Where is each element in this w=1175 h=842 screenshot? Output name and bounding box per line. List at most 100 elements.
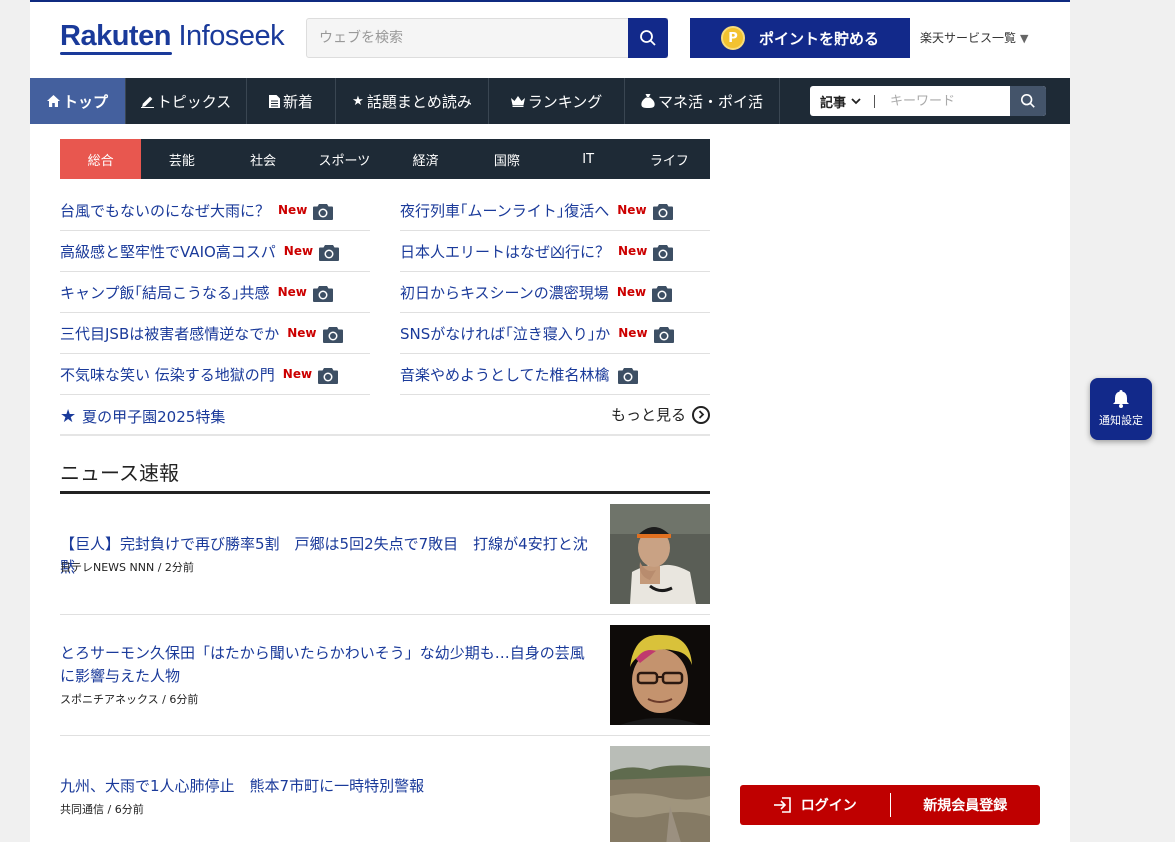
special-feature-label: 夏の甲子園2025特集 (82, 408, 226, 426)
topic-item[interactable]: 夜行列車｢ムーンライト｣復活へ New (400, 190, 710, 231)
news-thumbnail[interactable] (610, 625, 710, 725)
topic-title: 高級感と堅牢性でVAIO高コスパ (60, 242, 276, 261)
topics-column-left: 台風でもないのになぜ大雨に？ New 高級感と堅牢性でVAIO高コスパ New キャ… (60, 190, 370, 395)
camera-icon (617, 367, 638, 384)
see-more-link[interactable]: もっと見る (611, 404, 710, 425)
tab-it[interactable]: IT (548, 139, 629, 179)
topic-title: キャンプ飯｢結局こうなる｣共感 (60, 283, 270, 302)
nav-item-top[interactable]: トップ (30, 78, 126, 124)
rakuten-services-menu[interactable]: 楽天サービス一覧 ▼ (920, 29, 1028, 46)
nav-label: マネ活・ポイ活 (657, 92, 763, 111)
topic-item[interactable]: 初日からキスシーンの濃密現場 New (400, 272, 710, 313)
nav-label: 新着 (282, 92, 313, 111)
new-badge: New (287, 326, 317, 340)
money-bag-icon (641, 94, 655, 108)
article-search-scope-select[interactable]: 記事 (810, 86, 878, 116)
new-badge: New (618, 326, 648, 340)
services-label: 楽天サービス一覧 (920, 31, 1017, 45)
register-button[interactable]: 新規会員登録 (891, 795, 1041, 815)
new-badge: New (617, 203, 647, 217)
special-feature-link[interactable]: ★ 夏の甲子園2025特集 (60, 406, 225, 427)
tab-entertainment[interactable]: 芸能 (141, 139, 222, 179)
news-item[interactable]: 【巨人】完封負けで再び勝率5割 戸郷は5回2失点で7敗目 打線が4安打と沈黙 日… (60, 504, 710, 615)
news-thumbnail[interactable] (610, 504, 710, 604)
nav-label: 話題まとめ読み (366, 92, 472, 111)
home-icon (46, 95, 60, 107)
web-search-button[interactable] (628, 18, 668, 58)
register-label: 新規会員登録 (923, 798, 1008, 814)
camera-icon (652, 285, 673, 302)
tab-general[interactable]: 総合 (60, 139, 142, 179)
category-tabs: 総合 芸能 社会 スポーツ 経済 国際 IT ライフ (60, 139, 710, 179)
news-source: 日テレNEWS NNN / 2分前 (60, 561, 194, 574)
notification-settings-label: 通知設定 (1099, 414, 1143, 427)
chevron-down-icon (851, 97, 861, 104)
tab-economy[interactable]: 経済 (385, 139, 466, 179)
nav-item-money[interactable]: マネ活・ポイ活 (625, 78, 780, 124)
keyword-input[interactable] (878, 86, 1010, 116)
topic-item[interactable]: 音楽やめようとしてた椎名林檎 (400, 354, 710, 395)
topic-title: 不気味な笑い 伝染する地獄の門 (60, 365, 275, 384)
notification-settings-button[interactable]: 通知設定 (1090, 378, 1152, 440)
topic-title: 台風でもないのになぜ大雨に？ (60, 201, 271, 220)
new-badge: New (616, 285, 647, 299)
nav-label: トピックス (156, 92, 232, 111)
topics-column-right: 夜行列車｢ムーンライト｣復活へ New 日本人エリートはなぜ凶行に？ New 初日か… (400, 190, 710, 395)
camera-icon (312, 285, 333, 302)
news-title[interactable]: とろサーモン久保田「はたから聞いたらかわいそう」な幼少期も…自身の芸風に影響与え… (60, 642, 590, 688)
login-button[interactable]: ログイン (740, 795, 890, 815)
news-item[interactable]: とろサーモン久保田「はたから聞いたらかわいそう」な幼少期も…自身の芸風に影響与え… (60, 625, 710, 736)
topic-item[interactable]: キャンプ飯｢結局こうなる｣共感 New (60, 272, 370, 313)
topic-title: SNSがなければ｢泣き寝入り｣か (400, 324, 611, 343)
login-label: ログイン (800, 798, 857, 814)
web-search-input[interactable] (307, 19, 667, 57)
news-thumbnail[interactable] (610, 746, 710, 842)
article-search-box: 記事 (810, 86, 1046, 116)
star-icon: ★ (60, 406, 77, 427)
select-divider (874, 95, 875, 108)
new-badge: New (282, 367, 313, 381)
topic-title: 夜行列車｢ムーンライト｣復活へ (400, 201, 610, 220)
news-title[interactable]: 九州、大雨で1人心肺停止 熊本7市町に一時特別警報 (60, 775, 590, 798)
nav-item-ranking[interactable]: ランキング (489, 78, 625, 124)
tab-society[interactable]: 社会 (223, 139, 304, 179)
rakuten-infoseek-logo[interactable]: Rakuten Infoseek (60, 20, 285, 53)
earn-points-button[interactable]: P ポイントを貯める (690, 18, 910, 58)
keyword-search-button[interactable] (1010, 86, 1046, 116)
crown-icon (510, 95, 525, 107)
topic-item[interactable]: SNSがなければ｢泣き寝入り｣か New (400, 313, 710, 354)
nav-item-topics[interactable]: トピックス (126, 78, 247, 124)
nav-item-summaries[interactable]: ★ 話題まとめ読み (336, 78, 489, 124)
logo-underline (60, 52, 172, 55)
nav-label: トップ (62, 92, 108, 111)
topic-title: 三代目JSBは被害者感情逆なでか (60, 324, 280, 343)
new-badge: New (618, 244, 648, 258)
camera-icon (322, 326, 343, 343)
top-accent-line (30, 0, 1070, 2)
tab-sports[interactable]: スポーツ (304, 139, 385, 179)
topic-title: 日本人エリートはなぜ凶行に？ (400, 242, 611, 261)
topic-item[interactable]: 不気味な笑い 伝染する地獄の門 New (60, 354, 370, 395)
see-more-label: もっと見る (610, 406, 686, 424)
document-icon (268, 94, 280, 108)
new-badge: New (277, 285, 307, 299)
tab-international[interactable]: 国際 (466, 139, 547, 179)
new-badge: New (283, 244, 314, 258)
nav-item-new[interactable]: 新着 (247, 78, 336, 124)
chevron-right-circle-icon (692, 405, 710, 424)
topic-title: 音楽やめようとしてた椎名林檎 (400, 365, 610, 384)
news-item[interactable]: 九州、大雨で1人心肺停止 熊本7市町に一時特別警報 共同通信 / 6分前 (60, 746, 710, 842)
topic-item[interactable]: 日本人エリートはなぜ凶行に？ New (400, 231, 710, 272)
tab-life[interactable]: ライフ (629, 139, 710, 179)
topic-item[interactable]: 高級感と堅牢性でVAIO高コスパ New (60, 231, 370, 272)
login-arrow-icon (773, 797, 791, 813)
topic-item[interactable]: 台風でもないのになぜ大雨に？ New (60, 190, 370, 231)
topic-title: 初日からキスシーンの濃密現場 (400, 283, 609, 302)
caret-down-icon: ▼ (1020, 32, 1029, 45)
scope-label: 記事 (820, 95, 847, 111)
main-nav: トップ トピックス 新着 ★ 話題まとめ読み ランキング マネ活・ポイ活 記事 (30, 78, 1070, 124)
camera-icon (318, 367, 339, 384)
camera-icon (652, 203, 673, 220)
web-search-box (306, 18, 668, 58)
topic-item[interactable]: 三代目JSBは被害者感情逆なでか New (60, 313, 370, 354)
